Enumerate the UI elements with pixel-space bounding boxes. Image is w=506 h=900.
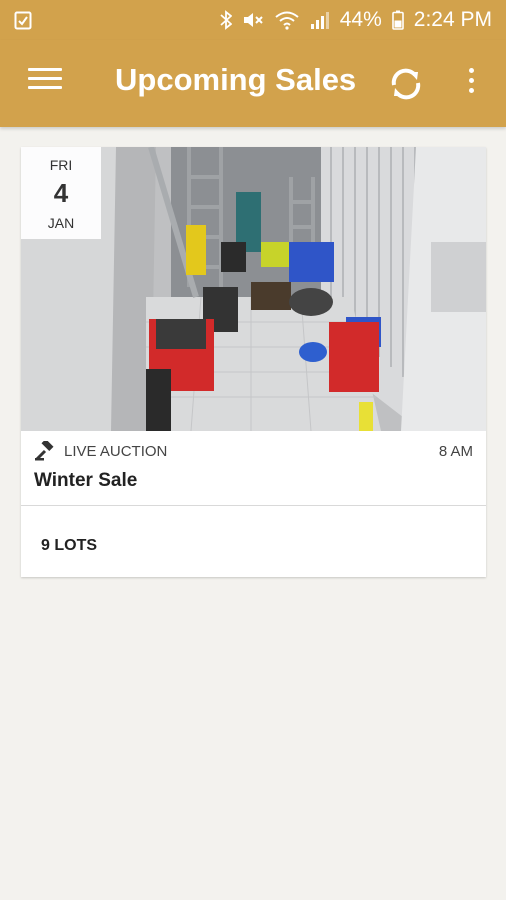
status-bar: 44% 2:24 PM	[0, 0, 506, 40]
gavel-icon	[35, 438, 55, 461]
date-day: 4	[53, 178, 69, 208]
menu-icon[interactable]	[28, 68, 62, 98]
clipboard-check-icon	[14, 10, 32, 30]
signal-icon	[310, 10, 330, 30]
date-badge: FRI 4 JAN	[21, 147, 101, 239]
lots-count[interactable]: 9 LOTS	[41, 537, 97, 555]
mute-icon	[242, 10, 264, 30]
date-month: JAN	[47, 215, 75, 231]
page-title: Upcoming Sales	[115, 62, 357, 97]
sale-time: 8 AM	[438, 443, 473, 460]
sale-name: Winter Sale	[34, 470, 138, 491]
status-icons: 44% 2:24 PM	[220, 8, 492, 32]
bluetooth-icon	[220, 10, 232, 30]
sale-card[interactable]: FRI 4 JAN LIVE AUCTION 8 AM Winter Sale …	[21, 147, 486, 577]
date-day-of-week: FRI	[49, 157, 73, 173]
divider	[21, 505, 486, 506]
app-bar: Upcoming Sales	[0, 40, 506, 127]
battery-icon	[391, 10, 404, 30]
more-vert-icon[interactable]	[465, 68, 477, 98]
sale-info: LIVE AUCTION 8 AM Winter Sale	[21, 431, 486, 505]
clock: 2:24 PM	[413, 8, 492, 31]
refresh-icon[interactable]	[386, 64, 426, 104]
sale-type: LIVE AUCTION	[64, 443, 168, 460]
wifi-icon	[274, 10, 300, 30]
sale-photo: FRI 4 JAN	[21, 147, 486, 431]
battery-percent: 44%	[339, 8, 382, 31]
